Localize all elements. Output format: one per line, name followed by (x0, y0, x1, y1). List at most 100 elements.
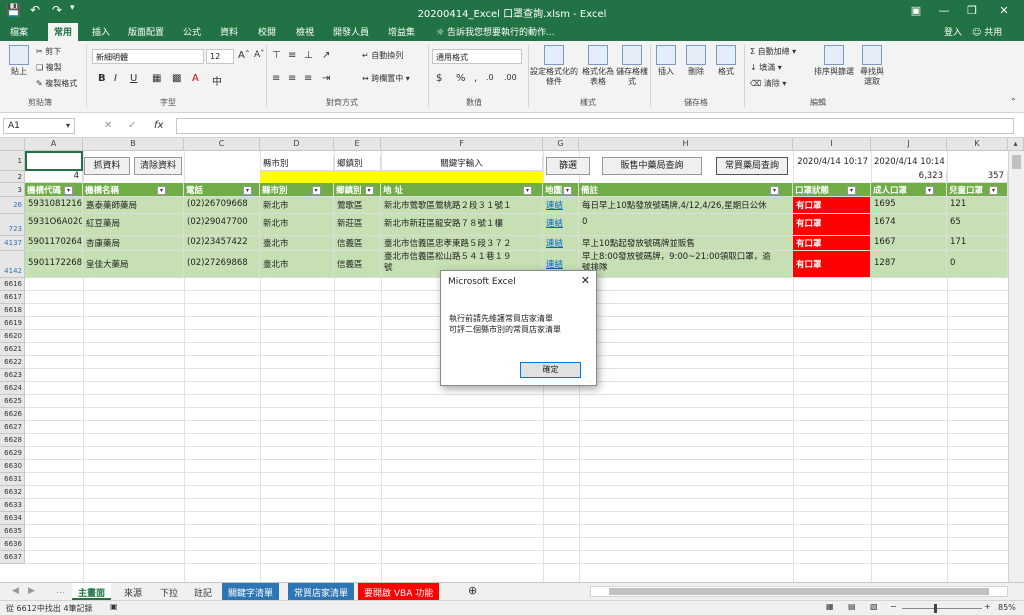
clear-button[interactable]: ⌫ 清除 ▾ (750, 78, 786, 89)
cell-child[interactable]: 121 (947, 197, 1008, 214)
filter-dropdown-icon[interactable]: ▾ (925, 186, 935, 195)
align-center-icon[interactable]: ≡ (288, 73, 296, 84)
cell-town[interactable]: 鶯歌區 (334, 197, 381, 214)
column-header-j[interactable]: J (871, 138, 947, 151)
cancel-icon[interactable]: ✕ (104, 120, 112, 131)
row-header-empty[interactable]: 6618 (0, 304, 25, 317)
cell-note[interactable]: 0 (579, 214, 793, 236)
map-link[interactable]: 連結 (543, 236, 579, 251)
column-header-a[interactable]: A (25, 138, 83, 151)
cell-child[interactable]: 171 (947, 236, 1008, 251)
row-header-empty[interactable]: 6633 (0, 499, 25, 512)
row-header-empty[interactable]: 6635 (0, 525, 25, 538)
cell-tel[interactable]: (02)23457422 (184, 236, 260, 251)
formula-input[interactable] (176, 118, 1014, 134)
filter-dropdown-icon[interactable]: ▾ (364, 186, 374, 195)
tab-data[interactable]: 資料 (220, 25, 238, 38)
column-header-b[interactable]: B (83, 138, 184, 151)
cell-name[interactable]: 皇佳大藥局 (83, 251, 184, 278)
cell-address[interactable]: 新北市鶯歌區鶯桃路２段３１號１ (381, 197, 543, 214)
horizontal-scroll-thumb[interactable] (609, 588, 989, 595)
row-header-empty[interactable]: 6617 (0, 291, 25, 304)
add-sheet-icon[interactable]: ⊕ (462, 583, 483, 600)
filter-dropdown-icon[interactable]: ▾ (847, 186, 857, 195)
regular-query-button[interactable]: 常買藥局查詢 (716, 157, 788, 175)
row-header-empty[interactable]: 6620 (0, 330, 25, 343)
row-header-data[interactable]: 26 (0, 197, 25, 214)
select-all-corner[interactable] (0, 138, 25, 151)
row-header-empty[interactable]: 6616 (0, 278, 25, 291)
filter-dropdown-icon[interactable]: ▾ (522, 186, 532, 195)
minimize-button[interactable]: — (930, 2, 958, 20)
filter-dropdown-icon[interactable]: ▾ (157, 186, 167, 195)
delete-cells-button[interactable]: 刪除 (684, 45, 708, 77)
status-badge[interactable]: 有口罩 (793, 236, 871, 251)
filter-dropdown-icon[interactable]: ▾ (311, 186, 321, 195)
row-header-empty[interactable]: 6622 (0, 356, 25, 369)
close-button[interactable]: ✕ (990, 2, 1018, 20)
more-sheets-icon[interactable]: … (50, 583, 71, 600)
format-as-table-button[interactable]: 格式化為表格 (580, 45, 616, 87)
cell-styles-button[interactable]: 儲存格樣式 (616, 45, 648, 87)
next-sheet-icon[interactable]: ▶ (22, 583, 41, 600)
conditional-format-button[interactable]: 設定格式化的條件 (530, 45, 578, 87)
paste-button[interactable]: 貼上 (6, 45, 32, 77)
input-cells-yellow[interactable] (260, 171, 543, 183)
sheet-tab-notes[interactable]: 註記 (188, 583, 218, 600)
row-header-3[interactable]: 3 (0, 183, 25, 197)
row-header-empty[interactable]: 6626 (0, 408, 25, 421)
format-painter-button[interactable]: ✎ 複製格式 (36, 78, 77, 89)
tell-me-box[interactable]: ☼ 告訴我您想要執行的動作... (436, 25, 555, 38)
sheet-tab-vba[interactable]: 要開啟 VBA 功能 (358, 583, 440, 600)
name-box-dropdown-icon[interactable]: ▾ (66, 121, 70, 130)
font-name-select[interactable]: 新細明體 (92, 49, 204, 64)
insert-cells-button[interactable]: 插入 (654, 45, 678, 77)
zoom-out-icon[interactable]: − (890, 602, 897, 611)
column-header-g[interactable]: G (543, 138, 579, 151)
status-badge[interactable]: 有口罩 (793, 197, 871, 214)
filter-dropdown-icon[interactable]: ▾ (243, 186, 253, 195)
row-header-empty[interactable]: 6636 (0, 538, 25, 551)
filter-dropdown-icon[interactable]: ▾ (563, 186, 573, 195)
tab-addins[interactable]: 增益集 (388, 25, 415, 38)
cell-code[interactable]: 5901172268 (25, 251, 83, 278)
cell-town[interactable]: 信義區 (334, 236, 381, 251)
row-header-empty[interactable]: 6634 (0, 512, 25, 525)
grow-font-icon[interactable]: Aˆ (238, 50, 250, 61)
sale-query-button[interactable]: 販售中藥局查詢 (602, 157, 702, 175)
row-header-2[interactable]: 2 (0, 171, 25, 183)
collapse-ribbon-icon[interactable]: ⌃ (1010, 97, 1017, 106)
tab-insert[interactable]: 插入 (92, 25, 110, 38)
row-header-empty[interactable]: 6624 (0, 382, 25, 395)
row-header-empty[interactable]: 6631 (0, 473, 25, 486)
currency-icon[interactable]: $ (436, 73, 442, 84)
percent-icon[interactable]: % (456, 73, 466, 84)
wrap-text-button[interactable]: ↵ 自動換列 (362, 50, 403, 61)
cell-tel[interactable]: (02)27269868 (184, 251, 260, 278)
cell-adult[interactable]: 1287 (871, 251, 947, 278)
normal-view-icon[interactable]: ▦ (826, 602, 834, 611)
filter-dropdown-icon[interactable]: ▾ (989, 186, 999, 195)
tab-review[interactable]: 校閱 (258, 25, 276, 38)
name-box[interactable]: A1 (3, 118, 75, 134)
sheet-tab-source[interactable]: 來源 (118, 583, 148, 600)
cell-county[interactable]: 臺北市 (260, 251, 334, 278)
align-right-icon[interactable]: ≡ (304, 73, 312, 84)
cell-county[interactable]: 臺北市 (260, 236, 334, 251)
vertical-scroll-up[interactable]: ▴ (1008, 138, 1024, 151)
sort-filter-button[interactable]: 排序與篩選 (812, 45, 856, 77)
column-header-e[interactable]: E (334, 138, 381, 151)
sheet-tab-main[interactable]: 主畫面 (72, 583, 112, 600)
cell-child[interactable]: 65 (947, 214, 1008, 236)
phonetic-icon[interactable]: 中 (212, 73, 222, 88)
cell-code[interactable]: 5931081216 (25, 197, 83, 214)
fill-color-icon[interactable]: ▩ (172, 73, 181, 84)
cell-tel[interactable]: (02)26709668 (184, 197, 260, 214)
font-color-icon[interactable]: A (192, 73, 199, 84)
cell-tel[interactable]: (02)29047700 (184, 214, 260, 236)
row-header-empty[interactable]: 6632 (0, 486, 25, 499)
border-icon[interactable]: ▦ (152, 73, 161, 84)
capture-data-button[interactable]: 抓資料 (84, 157, 130, 175)
macro-record-icon[interactable]: ▣ (110, 602, 118, 611)
sheet-tab-dropdown[interactable]: 下拉 (154, 583, 184, 600)
